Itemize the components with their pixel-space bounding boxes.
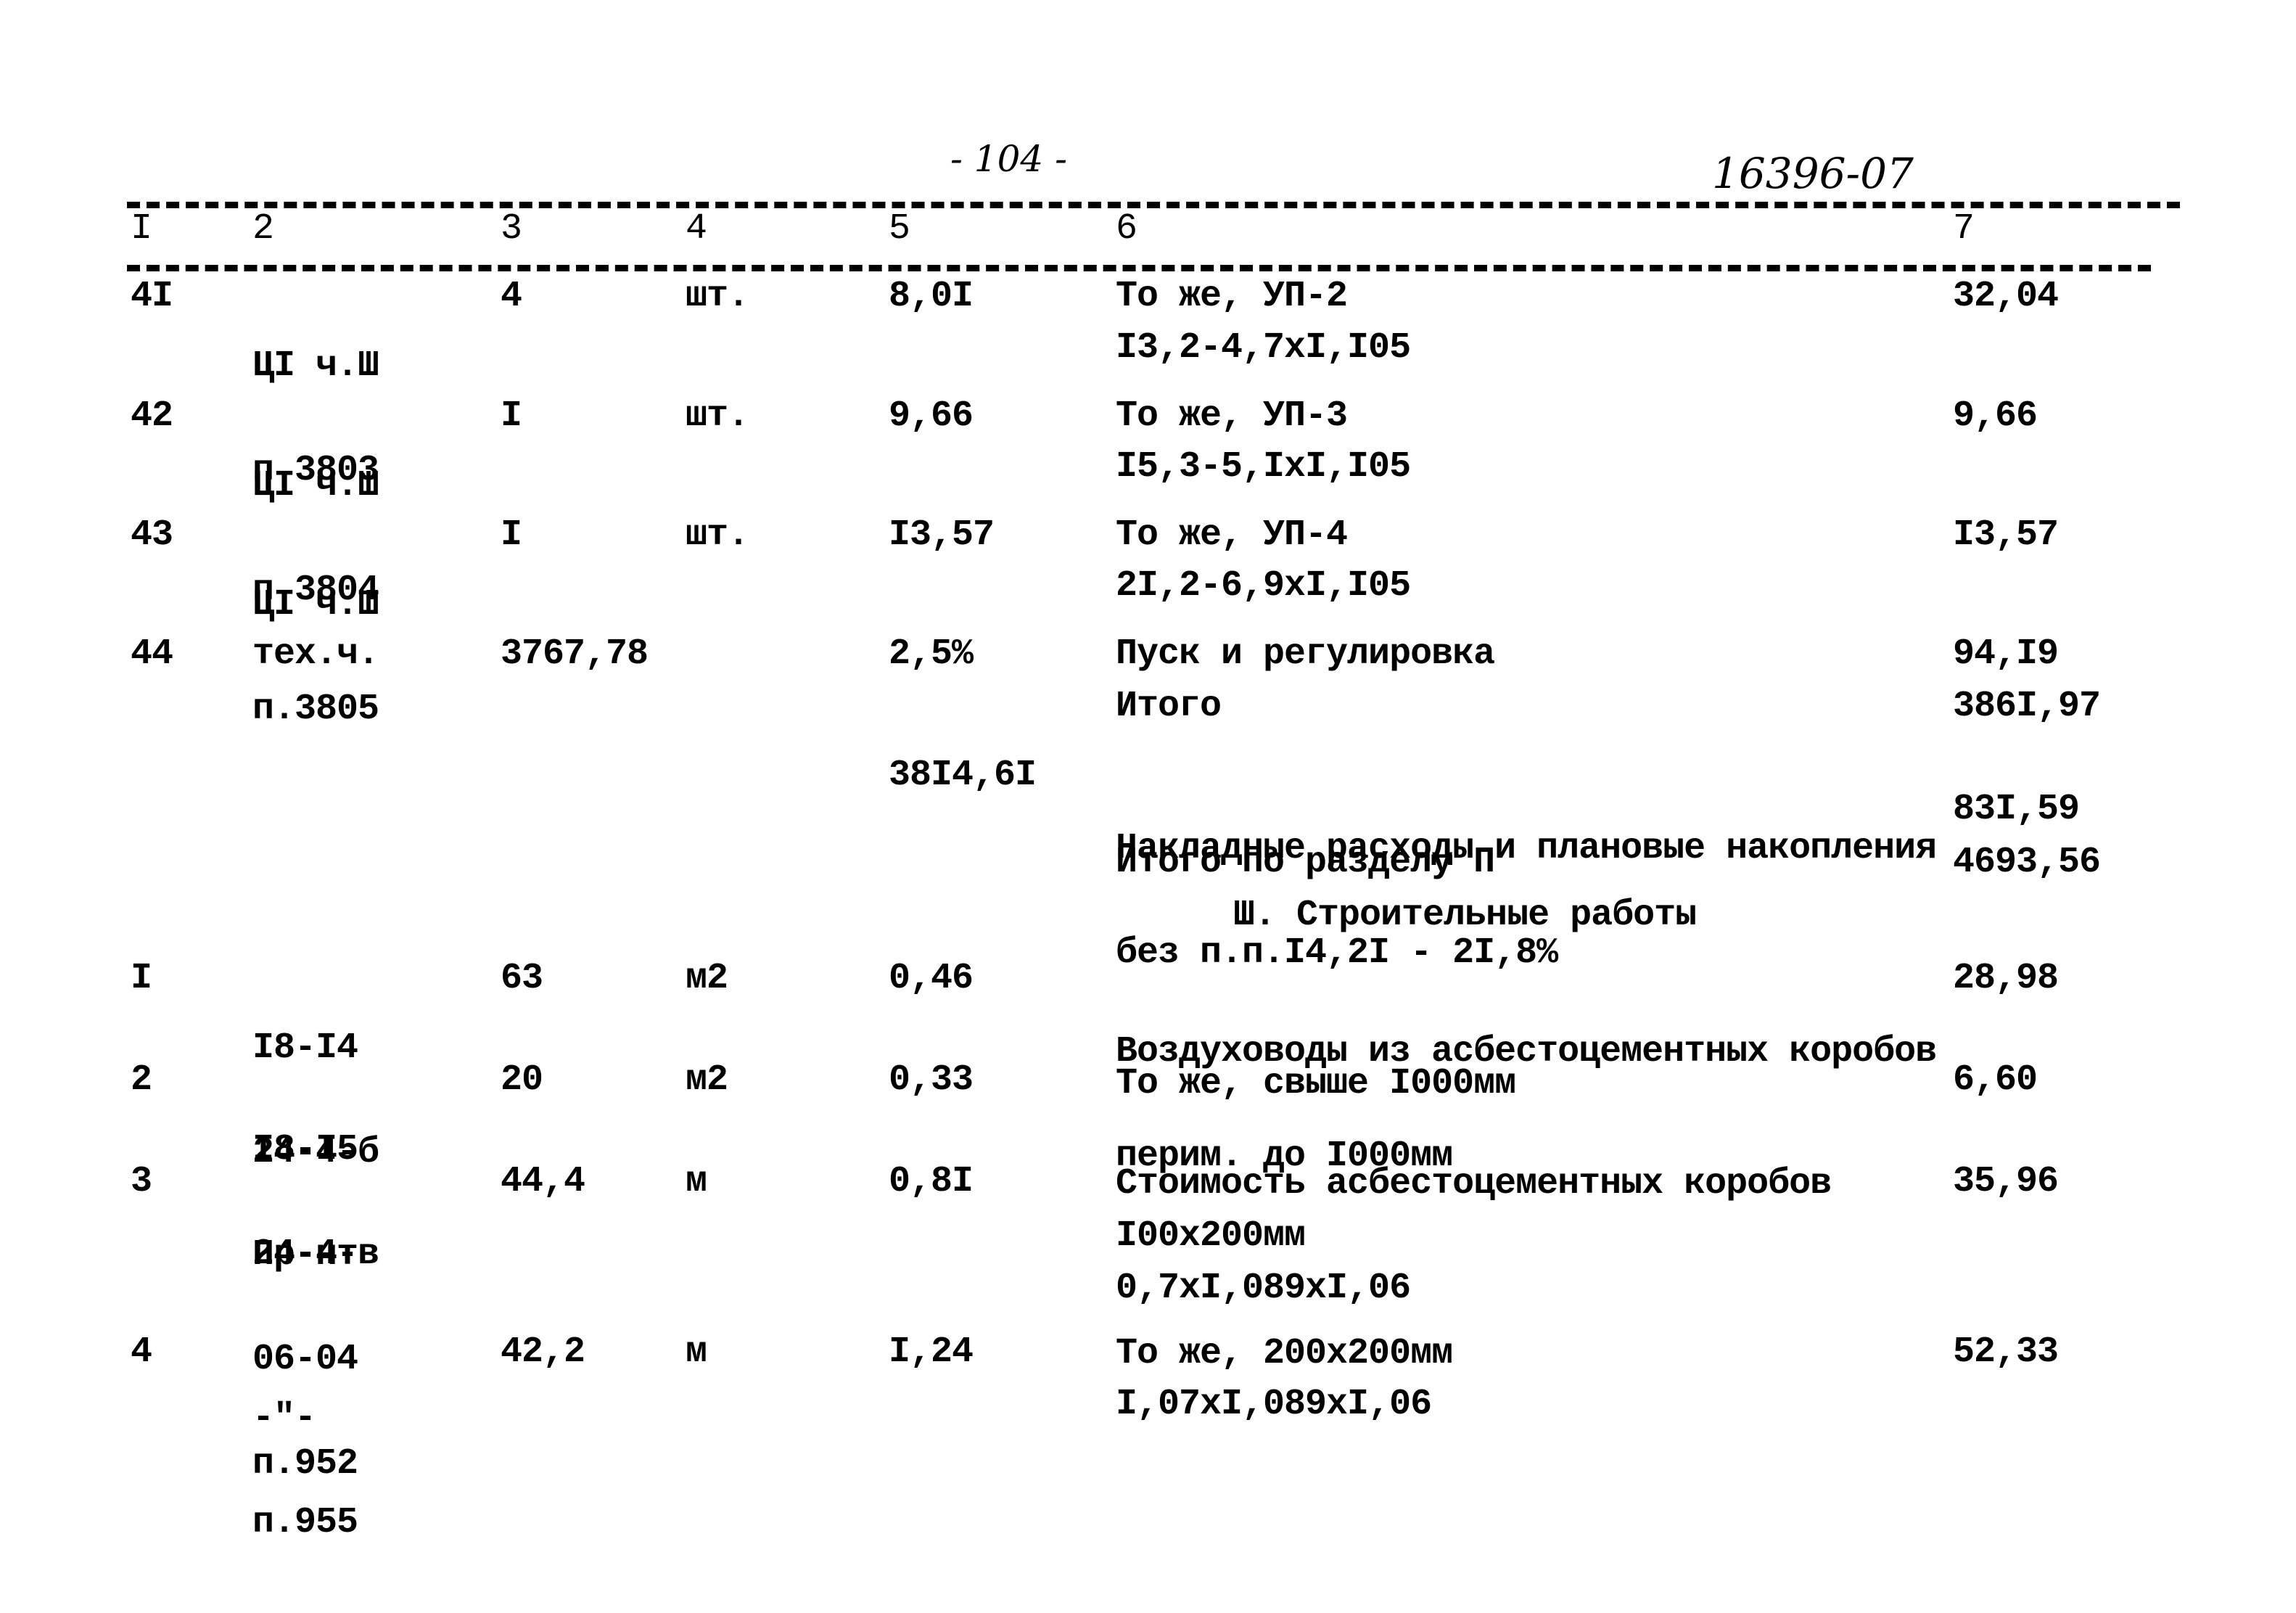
row-description: Стоимость асбестоцементных коробов — [1116, 1163, 1832, 1204]
row-price: 0,8I — [889, 1161, 974, 1202]
row-number: 3 — [131, 1161, 152, 1202]
row-code-line: Пр-нт — [252, 1234, 358, 1276]
page-number: - 104 - — [950, 138, 1068, 180]
document-number: 16396-07 — [1712, 149, 1914, 198]
row-number: 2 — [131, 1059, 152, 1101]
row-code: -"- п.955 — [252, 1331, 379, 1610]
row-code-line: I8-I4 — [252, 1027, 358, 1069]
row-code-line: -"- — [252, 1397, 316, 1439]
section-heading: Ш. Строительные работы — [1233, 895, 1697, 936]
row-quantity: 63 — [501, 958, 543, 999]
row-total: 94,I9 — [1953, 633, 2059, 675]
row-unit: м — [686, 1161, 707, 1202]
column-header-3: 3 — [501, 208, 522, 250]
row-quantity: 4 — [501, 276, 522, 317]
row-code: тех.ч. — [252, 633, 379, 675]
row-description: То же, свыше I000мм — [1116, 1063, 1516, 1104]
row-price: I,24 — [889, 1331, 974, 1373]
row-description-formula: I5,3-5,IхI,I05 — [1116, 446, 1411, 488]
column-header-6: 6 — [1116, 208, 1137, 250]
row-unit: м2 — [686, 1059, 728, 1101]
row-code-line: п.955 — [252, 1502, 358, 1543]
subtotal-value: 386I,97 — [1953, 686, 2101, 727]
row-price: 0,46 — [889, 958, 974, 999]
header-top-rule — [127, 202, 2180, 208]
row-total: 35,96 — [1953, 1161, 2059, 1202]
row-total: 32,04 — [1953, 276, 2059, 317]
section-total-value: 4693,56 — [1953, 842, 2101, 883]
row-total: 9,66 — [1953, 395, 2038, 437]
row-number: I — [131, 958, 152, 999]
row-description: То же, УП-2 — [1116, 276, 1348, 317]
row-total: 6,60 — [1953, 1059, 2038, 1101]
row-total: 28,98 — [1953, 958, 2059, 999]
row-total: I3,57 — [1953, 514, 2059, 556]
row-number: 43 — [131, 514, 173, 556]
row-quantity: 3767,78 — [501, 633, 649, 675]
row-code-line: I8-I5 — [252, 1129, 358, 1170]
row-number: 42 — [131, 395, 173, 437]
row-code-line: ЦI ч.Ш — [252, 345, 379, 387]
row-number: 44 — [131, 633, 173, 675]
row-description-formula: 0,7хI,089хI,06 — [1116, 1268, 1411, 1309]
row-number: 4 — [131, 1331, 152, 1373]
row-price: 2,5% — [889, 633, 974, 675]
row-unit: шт. — [686, 276, 749, 317]
overhead-base: 38I4,6I — [889, 755, 1037, 796]
row-price: 8,0I — [889, 276, 974, 317]
row-unit: шт. — [686, 395, 749, 437]
column-header-1: I — [131, 208, 152, 250]
row-description: То же, 200х200мм — [1116, 1333, 1453, 1374]
column-header-7: 7 — [1953, 208, 1975, 250]
column-header-2: 2 — [252, 208, 274, 250]
row-total: 52,33 — [1953, 1331, 2059, 1373]
row-price: 9,66 — [889, 395, 974, 437]
column-header-5: 5 — [889, 208, 910, 250]
row-description-line: I00х200мм — [1116, 1215, 1306, 1257]
row-quantity: I — [501, 514, 522, 556]
row-code-line: п.3805 — [252, 689, 379, 730]
row-unit: м2 — [686, 958, 728, 999]
header-bottom-rule — [127, 265, 2151, 271]
row-quantity: 44,4 — [501, 1161, 585, 1202]
row-description: То же, УП-4 — [1116, 514, 1348, 556]
subtotal-label: Итого — [1116, 686, 1222, 727]
overhead-value: 83I,59 — [1953, 789, 2080, 830]
document-page: - 104 - 16396-07 I 2 3 4 5 6 7 4I ЦI ч.Ш… — [0, 0, 2296, 1568]
row-quantity: I — [501, 395, 522, 437]
row-number: 4I — [131, 276, 173, 317]
row-price: 0,33 — [889, 1059, 974, 1101]
row-description-formula: 2I,2-6,9хI,I05 — [1116, 565, 1411, 607]
row-unit: м — [686, 1331, 707, 1373]
row-quantity: 42,2 — [501, 1331, 585, 1373]
row-description: Пуск и регулировка — [1116, 633, 1495, 675]
row-description: То же, УП-3 — [1116, 395, 1348, 437]
row-quantity: 20 — [501, 1059, 543, 1101]
row-code-line: ЦI ч.Ш — [252, 465, 379, 506]
row-description-formula: I,07хI,089хI,06 — [1116, 1384, 1432, 1425]
section-total-label: Итого по разделу П — [1116, 842, 1495, 883]
column-header-4: 4 — [686, 208, 707, 250]
row-price: I3,57 — [889, 514, 995, 556]
row-code-line: ЦI ч.Ш — [252, 584, 379, 625]
row-unit: шт. — [686, 514, 749, 556]
row-description-formula: I3,2-4,7хI,I05 — [1116, 327, 1411, 369]
